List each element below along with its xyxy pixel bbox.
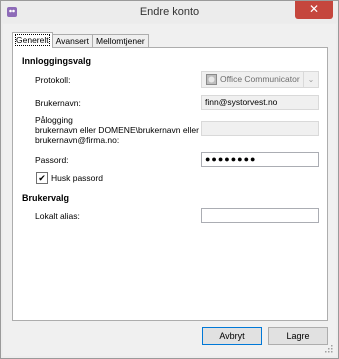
window-title: Endre konto (139, 6, 200, 18)
chevron-down-icon: ⌄ (303, 72, 318, 87)
resize-grip-icon[interactable] (324, 344, 333, 353)
tab-strip: Generelt Avansert Mellomtjener (12, 32, 149, 48)
logon-field[interactable] (201, 121, 319, 136)
general-panel: Innloggingsvalg Protokoll: Office Commun… (12, 47, 328, 321)
title-bar[interactable]: Endre konto ✕ (1, 1, 338, 23)
logon-label-line3: brukernavn@firma.no: (35, 135, 120, 145)
cancel-button[interactable]: Avbryt (202, 327, 262, 345)
alias-field[interactable] (201, 208, 319, 223)
tab-advanced[interactable]: Avansert (51, 34, 93, 48)
office-communicator-icon (206, 74, 217, 85)
protocol-label: Protokoll: (35, 75, 71, 85)
password-label: Passord: (35, 155, 69, 165)
user-section-title: Brukervalg (22, 193, 70, 203)
save-button[interactable]: Lagre (268, 327, 328, 345)
dialog-client: Generelt Avansert Mellomtjener Innloggin… (3, 24, 336, 356)
password-field[interactable]: ●●●●●●●● (201, 152, 319, 167)
protocol-select[interactable]: Office Communicator ⌄ (201, 71, 319, 88)
logon-label-line1: Pålogging (35, 115, 73, 125)
logon-label-line2: brukernavn eller DOMENE\brukernavn eller (35, 125, 199, 135)
edit-account-window: Endre konto ✕ Generelt Avansert Mellomtj… (0, 0, 339, 359)
remember-password-label: Husk passord (51, 173, 103, 183)
close-button[interactable]: ✕ (295, 1, 333, 19)
username-label: Brukernavn: (35, 98, 81, 108)
protocol-value: Office Communicator (220, 74, 300, 84)
login-section-title: Innloggingsvalg (22, 56, 91, 66)
remember-password-checkbox[interactable]: ✔ (36, 172, 48, 184)
tab-general[interactable]: Generelt (12, 32, 53, 48)
alias-label: Lokalt alias: (35, 211, 80, 221)
username-field[interactable]: finn@systorvest.no (201, 95, 319, 110)
tab-proxy[interactable]: Mellomtjener (92, 34, 149, 48)
